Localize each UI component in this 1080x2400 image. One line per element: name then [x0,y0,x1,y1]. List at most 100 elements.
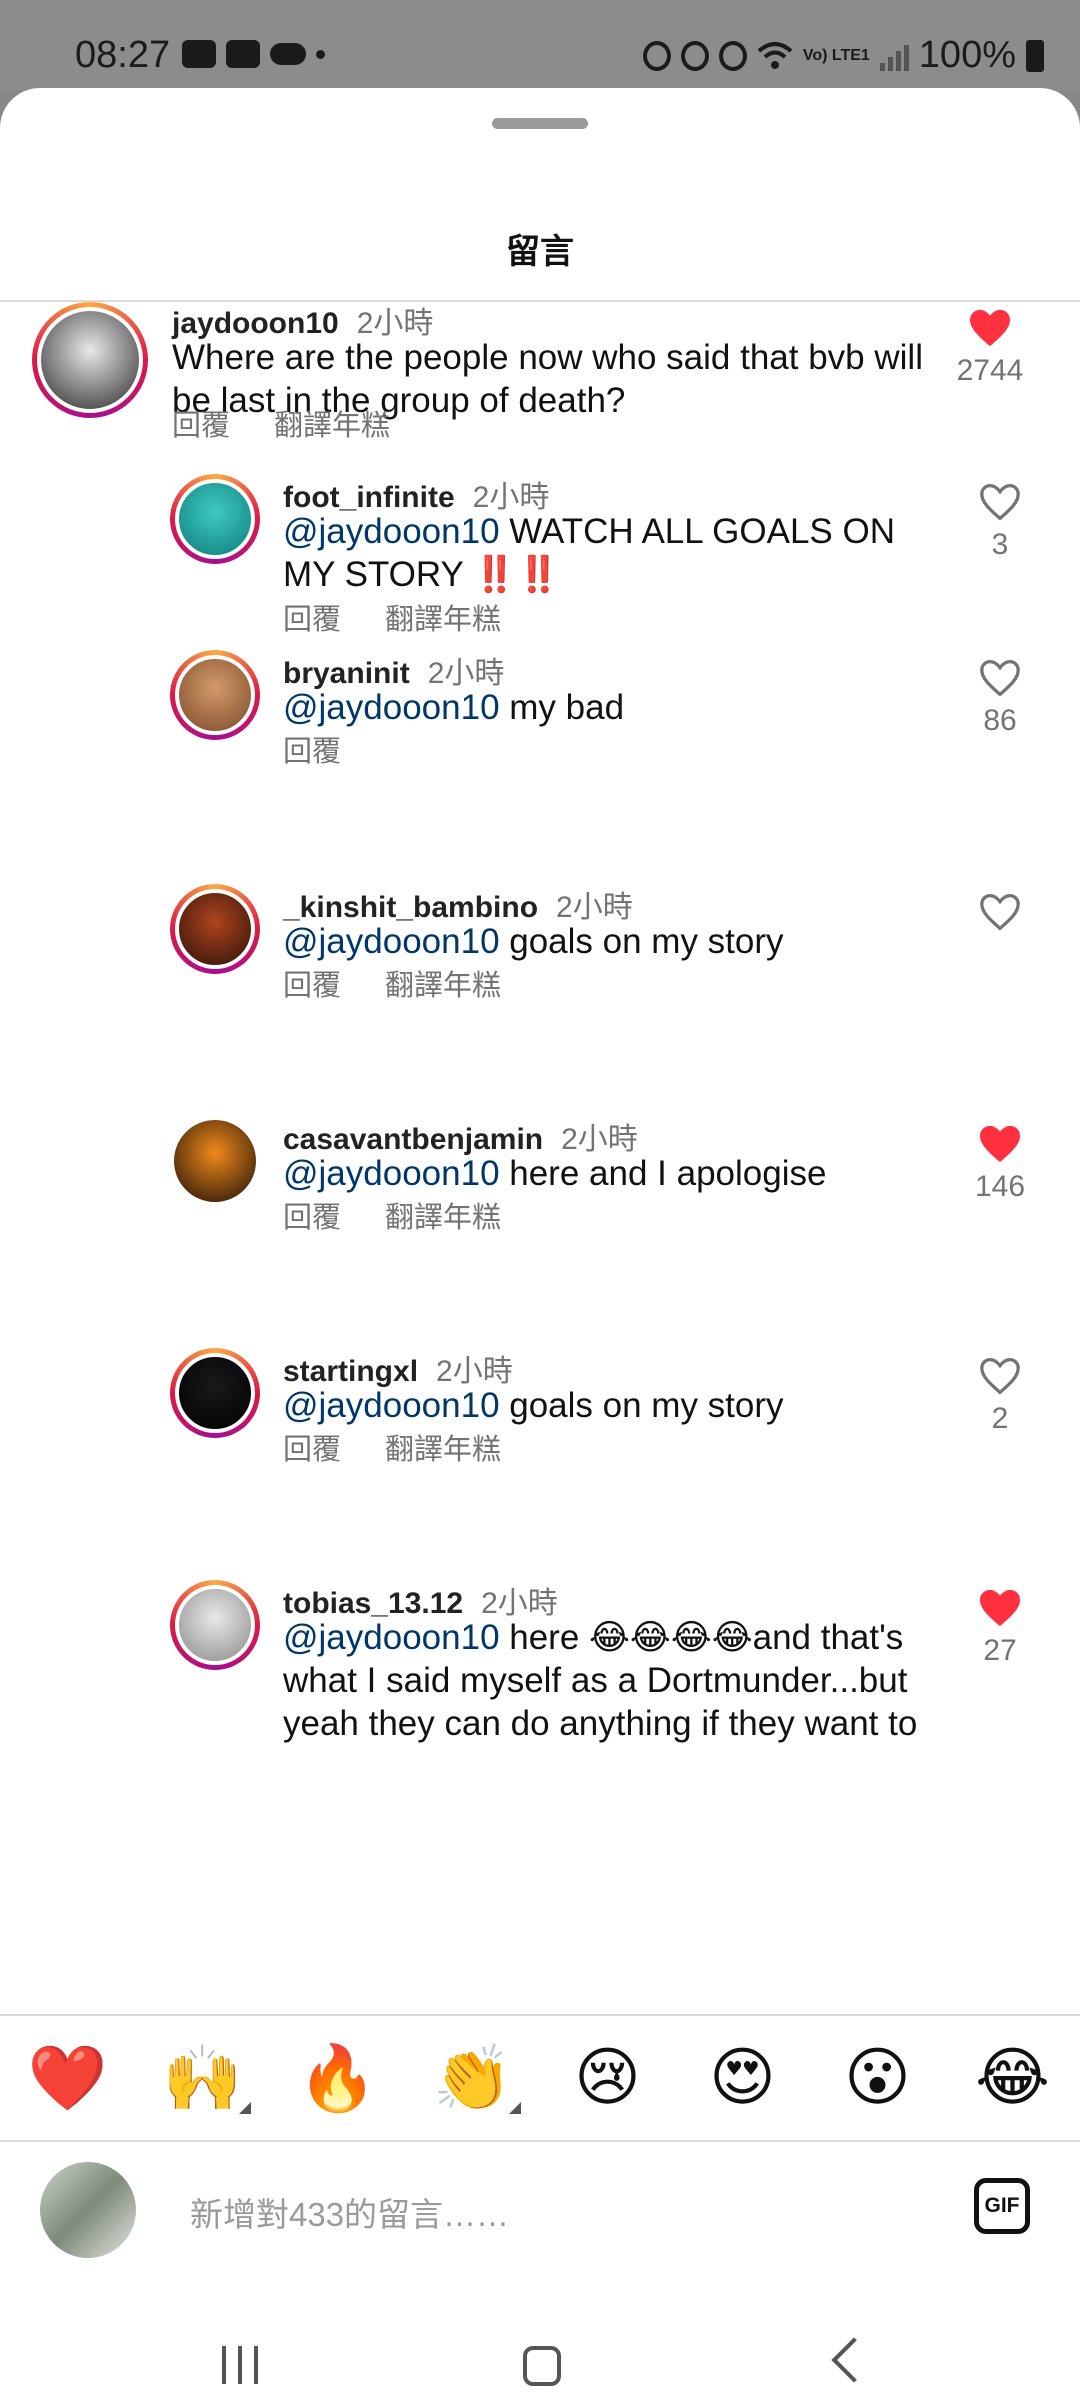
mention-link[interactable]: @jaydooon10 [283,1154,500,1193]
gif-button[interactable]: GIF [974,2178,1030,2234]
mention-link[interactable]: @jaydooon10 [283,922,500,961]
reply-button[interactable]: 回覆 [172,402,230,444]
my-avatar [40,2162,136,2258]
reply-button[interactable]: 回覆 [283,728,341,770]
translate-button[interactable]: 翻譯年糕 [385,962,501,1004]
comment-actions: 回覆 翻譯年糕 [283,1194,501,1236]
emoji-surprised[interactable]: 😮 [818,2041,938,2115]
back-button[interactable] [831,2337,877,2383]
heart-filled-icon [970,309,1010,347]
avatar[interactable] [170,884,260,974]
emoji-heart-eyes[interactable]: 😍 [683,2041,803,2115]
comment-item[interactable]: startingxl 2小時 @jaydooon10 goals on my sto… [0,1346,1080,1566]
emoji-raising-hands[interactable]: 🙌 [143,2041,263,2116]
avatar[interactable] [174,1120,256,1202]
mention-link[interactable]: @jaydooon10 [283,1618,500,1657]
game-icon [226,40,260,68]
comment-text: @jaydooon10 WATCH ALL GOALS ON MY STORY … [283,510,923,596]
avatar-image [175,655,255,735]
comment-actions: 回覆 翻譯年糕 [283,596,501,638]
comment-text: @jaydooon10 goals on my story [283,920,923,963]
avatar[interactable] [170,1348,260,1438]
lock-icon [642,40,671,71]
avatar-image [175,479,255,559]
home-button[interactable] [523,2346,561,2386]
reply-button[interactable]: 回覆 [283,1426,341,1468]
translate-button[interactable]: 翻譯年糕 [385,1194,501,1236]
avatar-image [174,1120,256,1202]
heart-filled-icon [980,1125,1020,1163]
battery-percent: 100% [918,34,1016,76]
emoji-heart[interactable]: ❤️ [8,2041,128,2116]
avatar-image [37,307,143,413]
comment-body: here and I apologise [499,1154,827,1193]
mention-link[interactable]: @jaydooon10 [283,688,500,727]
like-button[interactable]: 86 [960,658,1040,738]
comment-input[interactable]: 新增對433的留言…… [190,2188,509,2236]
mention-link[interactable]: @jaydooon10 [283,512,500,551]
translate-button[interactable]: 翻譯年糕 [274,402,390,444]
comment-actions: 回覆 翻譯年糕 [172,402,390,444]
recents-button[interactable] [222,2346,258,2384]
comment-text: @jaydooon10 here 😂😂😂😂and that's what I s… [283,1616,943,1745]
battery-icon [1026,39,1044,72]
dot-icon [316,49,325,59]
comment-item[interactable]: casavantbenjamin 2小時 @jaydooon10 here and … [0,1114,1080,1334]
drag-handle[interactable] [492,118,588,129]
wifi-icon [757,41,793,69]
comment-body: goals on my story [499,922,784,961]
status-bar: 08:27 Vo) LTE1 100% [0,0,1080,90]
emoji-fire[interactable]: 🔥 [278,2041,398,2116]
heart-outline-icon [980,483,1020,521]
like-button[interactable]: 146 [960,1124,1040,1204]
comment-text: @jaydooon10 goals on my story [283,1384,923,1427]
comment-actions: 回覆 翻譯年糕 [283,962,501,1004]
avatar[interactable] [32,302,148,418]
comment-item[interactable]: tobias_13.12 2小時 @jaydooon10 here 😂😂😂😂and … [0,1578,1080,1798]
like-button[interactable] [960,892,1040,938]
status-time: 08:27 [75,34,171,76]
alarm-icon [680,40,709,71]
avatar[interactable] [170,650,260,740]
comments-sheet: 留言 jaydooon10 2小時 Where are the people now… [0,88,1080,2400]
comment-item[interactable]: bryaninit 2小時 @jaydooon10 my bad 回覆 86 [0,648,1080,868]
like-button[interactable]: 3 [960,482,1040,562]
system-icons: Vo) LTE1 100% [642,34,1044,77]
comments-list[interactable]: jaydooon10 2小時 Where are the people now wh… [0,298,1080,2006]
heart-filled-icon [980,1589,1020,1627]
like-button[interactable]: 2 [960,1356,1040,1436]
like-count: 2 [991,1402,1009,1435]
like-button[interactable]: 27 [960,1588,1040,1668]
signal-icon [879,41,909,71]
comment-text: @jaydooon10 here and I apologise [283,1152,923,1195]
reply-button[interactable]: 回覆 [283,1194,341,1236]
comment-actions: 回覆 [283,728,341,770]
like-count: 3 [991,528,1009,561]
like-count: 27 [983,1634,1017,1667]
emoji-crying[interactable]: 😢 [548,2041,668,2115]
translate-button[interactable]: 翻譯年糕 [385,1426,501,1468]
network-type: Vo) LTE1 [802,46,870,64]
emoji-clapping[interactable]: 👏 [413,2041,533,2116]
comment-body: goals on my story [499,1386,784,1425]
mention-link[interactable]: @jaydooon10 [283,1386,500,1425]
comment-text: @jaydooon10 my bad [283,686,923,729]
avatar[interactable] [170,1580,260,1670]
emoji-bar: ❤️ 🙌 🔥 👏 😢 😍 😮 😂 [0,2016,1080,2140]
comment-body: my bad [499,688,625,727]
translate-button[interactable]: 翻譯年糕 [385,596,501,638]
emoji-laughing[interactable]: 😂 [953,2041,1073,2115]
avatar-image [175,1585,255,1665]
like-count: 146 [974,1170,1026,1203]
comment-item[interactable]: _kinshit_bambino 2小時 @jaydooon10 goals on … [0,882,1080,1102]
reply-button[interactable]: 回覆 [283,962,341,1004]
like-button[interactable]: 2744 [950,308,1030,388]
heart-outline-icon [980,659,1020,697]
avatar[interactable] [170,474,260,564]
like-count: 86 [983,704,1017,737]
youtube-icon [182,40,216,68]
comment-composer: 新增對433的留言…… GIF [0,2140,1080,2270]
mute-icon [718,40,747,71]
reply-button[interactable]: 回覆 [283,596,341,638]
system-nav-bar [0,2310,1080,2400]
